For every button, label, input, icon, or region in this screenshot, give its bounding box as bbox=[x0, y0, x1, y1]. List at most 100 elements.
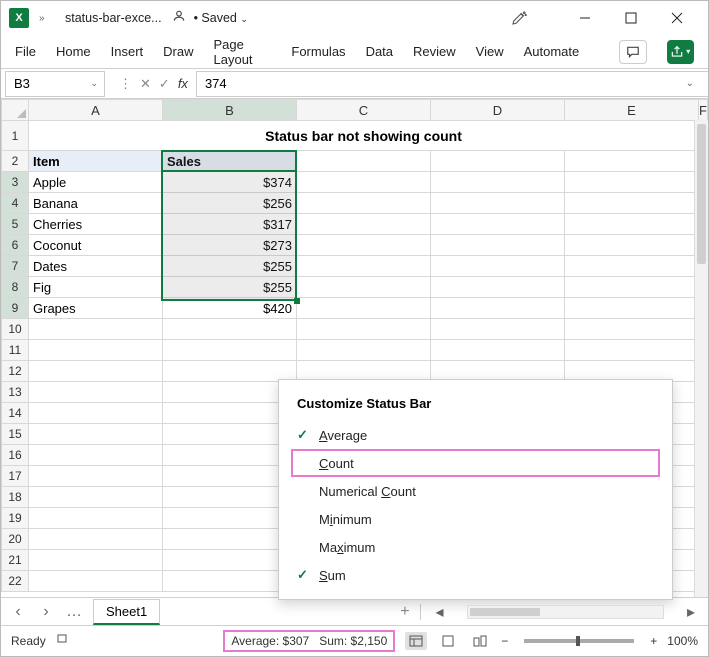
accessibility-icon[interactable] bbox=[56, 633, 70, 648]
row-header[interactable]: 3 bbox=[2, 172, 29, 193]
filename-label[interactable]: status-bar-exce... bbox=[65, 11, 162, 25]
tab-draw[interactable]: Draw bbox=[163, 38, 193, 65]
row-header[interactable]: 18 bbox=[2, 487, 29, 508]
cancel-formula-icon[interactable]: ✕ bbox=[140, 76, 151, 92]
row-header[interactable]: 2 bbox=[2, 151, 29, 172]
row-header[interactable]: 7 bbox=[2, 256, 29, 277]
view-page-break-icon[interactable] bbox=[469, 632, 491, 650]
tab-data[interactable]: Data bbox=[366, 38, 393, 65]
ribbon-tabs: File Home Insert Draw Page Layout Formul… bbox=[1, 35, 708, 69]
comments-button[interactable] bbox=[619, 40, 646, 64]
quick-access-more-icon[interactable]: » bbox=[39, 13, 55, 24]
col-header[interactable]: D bbox=[431, 100, 565, 121]
menu-item-sum[interactable]: ✓Sum bbox=[279, 561, 672, 589]
zoom-out-button[interactable]: − bbox=[501, 634, 508, 648]
excel-icon: X bbox=[9, 8, 29, 28]
cell[interactable]: $374 bbox=[163, 172, 297, 193]
menu-item-label: Minimum bbox=[319, 512, 372, 527]
cell[interactable]: Banana bbox=[29, 193, 163, 214]
cell[interactable]: Fig bbox=[29, 277, 163, 298]
cell[interactable]: $256 bbox=[163, 193, 297, 214]
col-header[interactable]: A bbox=[29, 100, 163, 121]
menu-item-count[interactable]: Count bbox=[291, 449, 660, 477]
zoom-level[interactable]: 100% bbox=[667, 634, 698, 648]
minimize-button[interactable] bbox=[562, 1, 608, 35]
tab-insert[interactable]: Insert bbox=[111, 38, 144, 65]
fx-icon[interactable]: fx bbox=[178, 76, 188, 91]
share-icon[interactable] bbox=[172, 9, 188, 28]
row-header[interactable]: 5 bbox=[2, 214, 29, 235]
title-cell[interactable]: Status bar not showing count bbox=[29, 121, 699, 151]
sheet-tab[interactable]: Sheet1 bbox=[93, 599, 160, 625]
tab-page-layout[interactable]: Page Layout bbox=[214, 31, 272, 73]
view-normal-icon[interactable] bbox=[405, 632, 427, 650]
add-sheet-button[interactable]: + bbox=[400, 603, 409, 621]
save-status[interactable]: • Saved ⌄ bbox=[194, 11, 248, 25]
enter-formula-icon[interactable]: ✓ bbox=[159, 76, 170, 92]
tab-view[interactable]: View bbox=[476, 38, 504, 65]
col-header[interactable]: C bbox=[297, 100, 431, 121]
row-header[interactable]: 14 bbox=[2, 403, 29, 424]
select-all-corner[interactable] bbox=[2, 100, 29, 121]
row-header[interactable]: 17 bbox=[2, 466, 29, 487]
cell[interactable]: Item bbox=[29, 151, 163, 172]
row-header[interactable]: 21 bbox=[2, 550, 29, 571]
hscroll-left-icon[interactable]: ◂ bbox=[431, 602, 449, 622]
col-header[interactable]: E bbox=[565, 100, 699, 121]
fill-handle[interactable] bbox=[294, 298, 300, 304]
maximize-button[interactable] bbox=[608, 1, 654, 35]
tab-file[interactable]: File bbox=[15, 38, 36, 65]
cell[interactable]: $273 bbox=[163, 235, 297, 256]
tab-formulas[interactable]: Formulas bbox=[291, 38, 345, 65]
cell[interactable]: $255 bbox=[163, 256, 297, 277]
row-header[interactable]: 10 bbox=[2, 319, 29, 340]
share-button[interactable]: ▾ bbox=[667, 40, 694, 64]
sheet-prev-icon[interactable]: ‹ bbox=[9, 603, 27, 621]
row-header[interactable]: 20 bbox=[2, 529, 29, 550]
menu-item-label: Count bbox=[319, 456, 354, 471]
tab-review[interactable]: Review bbox=[413, 38, 456, 65]
cell[interactable]: Sales bbox=[163, 151, 297, 172]
row-header[interactable]: 6 bbox=[2, 235, 29, 256]
editor-icon[interactable] bbox=[496, 1, 542, 35]
row-header[interactable]: 13 bbox=[2, 382, 29, 403]
status-bar[interactable]: Ready Average: $307 Sum: $2,150 − + 100% bbox=[1, 625, 708, 655]
cell[interactable]: $255 bbox=[163, 277, 297, 298]
view-page-layout-icon[interactable] bbox=[437, 632, 459, 650]
horizontal-scrollbar[interactable] bbox=[467, 605, 664, 619]
row-header[interactable]: 15 bbox=[2, 424, 29, 445]
zoom-in-button[interactable]: + bbox=[650, 634, 657, 648]
cell[interactable]: Coconut bbox=[29, 235, 163, 256]
cell[interactable]: Apple bbox=[29, 172, 163, 193]
col-header[interactable]: F bbox=[699, 100, 708, 121]
row-header[interactable]: 8 bbox=[2, 277, 29, 298]
cell[interactable]: Cherries bbox=[29, 214, 163, 235]
row-header[interactable]: 19 bbox=[2, 508, 29, 529]
menu-item-average[interactable]: ✓Average bbox=[279, 421, 672, 449]
row-header[interactable]: 11 bbox=[2, 340, 29, 361]
hscroll-right-icon[interactable]: ▸ bbox=[682, 602, 700, 622]
cell[interactable]: Grapes bbox=[29, 298, 163, 319]
tab-automate[interactable]: Automate bbox=[524, 38, 580, 65]
vertical-scrollbar[interactable] bbox=[694, 120, 708, 597]
close-button[interactable] bbox=[654, 1, 700, 35]
row-header[interactable]: 9 bbox=[2, 298, 29, 319]
tab-home[interactable]: Home bbox=[56, 38, 91, 65]
row-header[interactable]: 16 bbox=[2, 445, 29, 466]
name-box[interactable]: B3⌄ bbox=[5, 71, 105, 97]
sheet-more-icon[interactable]: … bbox=[65, 603, 83, 621]
row-header[interactable]: 1 bbox=[2, 121, 29, 151]
row-header[interactable]: 4 bbox=[2, 193, 29, 214]
cell[interactable]: $420 bbox=[163, 298, 297, 319]
zoom-slider[interactable] bbox=[524, 639, 634, 643]
cell[interactable]: Dates bbox=[29, 256, 163, 277]
cell[interactable]: $317 bbox=[163, 214, 297, 235]
sheet-next-icon[interactable]: › bbox=[37, 603, 55, 621]
col-header[interactable]: B bbox=[163, 100, 297, 121]
row-header[interactable]: 22 bbox=[2, 571, 29, 592]
formula-input[interactable]: 374⌄ bbox=[196, 71, 708, 97]
row-header[interactable]: 12 bbox=[2, 361, 29, 382]
menu-item-numerical-count[interactable]: Numerical Count bbox=[279, 477, 672, 505]
menu-item-minimum[interactable]: Minimum bbox=[279, 505, 672, 533]
menu-item-maximum[interactable]: Maximum bbox=[279, 533, 672, 561]
